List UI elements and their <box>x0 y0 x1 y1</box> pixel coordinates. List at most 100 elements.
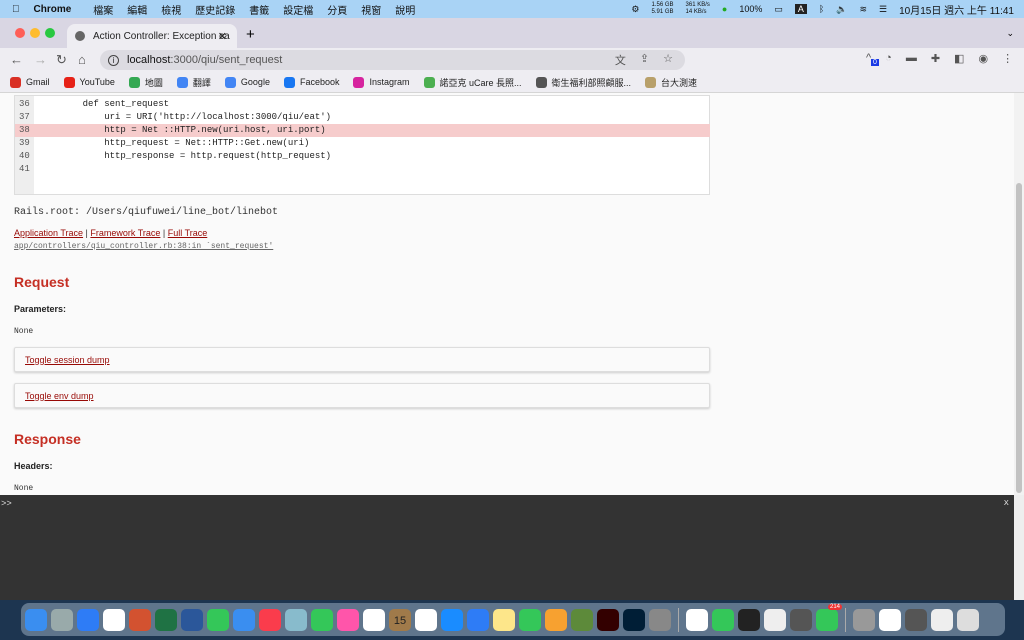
zoom-window-button[interactable] <box>45 28 55 38</box>
dock-app-icon[interactable] <box>853 608 875 631</box>
reload-button[interactable]: ↻ <box>56 52 67 68</box>
dock-app-icon[interactable] <box>441 608 463 631</box>
dock-app-icon[interactable] <box>51 608 73 631</box>
dock-app-icon[interactable] <box>77 608 99 631</box>
bookmark-item[interactable]: Instagram <box>353 76 410 88</box>
bookmark-item[interactable]: 地圖 <box>128 76 163 89</box>
dock-app-icon[interactable] <box>712 608 734 631</box>
volume-icon[interactable]: 🔈 <box>836 4 847 15</box>
dock-app-icon[interactable] <box>285 608 307 631</box>
dock-app-icon[interactable] <box>649 608 671 631</box>
dock-app-icon[interactable] <box>623 608 645 631</box>
extension-badge-icon[interactable]: ^ 0 <box>866 52 879 66</box>
control-center-icon[interactable]: ☰ <box>879 4 887 15</box>
bookmark-item[interactable]: Google <box>224 76 270 88</box>
console-close-button[interactable]: x <box>1004 498 1009 508</box>
dock-app-icon[interactable] <box>363 608 385 631</box>
dock-app-icon[interactable] <box>738 608 760 631</box>
clock[interactable]: 10月15日 週六 上午 11:41 <box>899 2 1014 17</box>
dock-app-icon[interactable] <box>103 608 125 631</box>
menu-profiles[interactable]: 設定檔 <box>283 2 313 17</box>
menu-tab[interactable]: 分頁 <box>327 2 347 17</box>
dock-app-icon[interactable] <box>25 608 47 631</box>
menu-bookmarks[interactable]: 書籤 <box>249 2 269 17</box>
dock-app-icon[interactable] <box>905 608 927 631</box>
bookmark-item[interactable]: YouTube <box>63 76 115 88</box>
side-panel-icon[interactable]: ◧ <box>954 52 964 65</box>
minimize-window-button[interactable] <box>30 28 40 38</box>
toggle-session-dump-link[interactable]: Toggle session dump <box>25 355 110 365</box>
home-button[interactable]: ⌂ <box>78 52 86 67</box>
dock-app-icon[interactable] <box>207 608 229 631</box>
console-scrollbar[interactable] <box>1014 495 1024 600</box>
more-menu-icon[interactable]: ⋮ <box>1002 52 1013 65</box>
tab-active[interactable]: Action Controller: Exception ca ✕ <box>67 24 237 48</box>
back-button[interactable]: ← <box>10 52 23 67</box>
bookmark-item[interactable]: 諾亞克 uCare 長照... <box>423 76 522 89</box>
dock-app-icon[interactable] <box>415 608 437 631</box>
dock-app-icon[interactable] <box>337 608 359 631</box>
site-info-icon[interactable]: i <box>108 54 119 66</box>
apple-icon[interactable]:  <box>12 4 20 15</box>
bluetooth-icon[interactable]: ᛒ <box>819 4 824 14</box>
bookmark-item[interactable]: 衛生福利部照顧服... <box>535 76 631 89</box>
page-scrollbar[interactable] <box>1014 93 1024 495</box>
dock-app-icon[interactable] <box>181 608 203 631</box>
full-trace-link[interactable]: Full Trace <box>168 228 208 238</box>
dock-app-icon[interactable] <box>879 608 901 631</box>
translate-icon[interactable]: ⽂ <box>615 52 626 68</box>
menu-app-name[interactable]: Chrome <box>34 4 72 15</box>
dock-app-icon[interactable] <box>790 608 812 631</box>
scrollbar-thumb[interactable] <box>1016 183 1022 493</box>
cpu-icon[interactable]: ⚙ <box>631 4 639 15</box>
tab-search-chevron-icon[interactable]: ⌄ <box>1006 28 1014 39</box>
toggle-env-dump-link[interactable]: Toggle env dump <box>25 391 94 401</box>
dock-app-icon[interactable] <box>233 608 255 631</box>
bookmark-item[interactable]: 台大測速 <box>645 76 697 89</box>
address-bar[interactable]: i localhost:3000/qiu/sent_request ⽂ ⇪ ☆ <box>100 50 685 70</box>
bookmark-item[interactable]: 翻譯 <box>176 76 211 89</box>
new-tab-button[interactable]: + <box>246 26 255 43</box>
menu-view[interactable]: 檢視 <box>161 2 181 17</box>
dock-app-icon[interactable] <box>467 608 489 631</box>
calendar-app-icon[interactable]: 15 <box>389 608 411 631</box>
menu-edit[interactable]: 編輯 <box>127 2 147 17</box>
web-console[interactable]: >> x <box>0 495 1014 600</box>
network-stat[interactable]: 361 KB/s 14 KB/s <box>686 2 710 16</box>
puzzle-icon[interactable]: ✚ <box>931 52 940 65</box>
menu-history[interactable]: 歷史記錄 <box>195 2 235 17</box>
bookmark-item[interactable]: Facebook <box>283 76 339 88</box>
dock-app-icon[interactable] <box>764 608 786 631</box>
menu-window[interactable]: 視窗 <box>361 2 381 17</box>
dock-app-icon[interactable] <box>957 608 979 631</box>
battery-icon[interactable]: ▭ <box>774 4 783 15</box>
dock-app-icon[interactable] <box>493 608 515 631</box>
bookmark-star-icon[interactable]: ☆ <box>663 52 673 68</box>
forward-button[interactable]: → <box>34 52 47 67</box>
dock-app-icon[interactable] <box>686 608 708 631</box>
profile-avatar[interactable]: ◉ <box>978 52 988 65</box>
dock-app-icon[interactable] <box>597 608 619 631</box>
menu-file[interactable]: 檔案 <box>93 2 113 17</box>
close-window-button[interactable] <box>15 28 25 38</box>
line-app-icon[interactable]: 214 <box>816 603 842 631</box>
line-icon[interactable]: ● <box>722 4 727 14</box>
memory-stat[interactable]: 1.56 GB 5.91 GB <box>652 2 674 16</box>
dock-app-icon[interactable] <box>259 608 281 631</box>
share-icon[interactable]: ⇪ <box>640 52 649 68</box>
application-trace-link[interactable]: Application Trace <box>14 228 83 238</box>
extension-icon-2[interactable]: ▬ <box>906 52 917 65</box>
dock-app-icon[interactable] <box>519 608 541 631</box>
framework-trace-link[interactable]: Framework Trace <box>90 228 160 238</box>
menu-help[interactable]: 說明 <box>395 2 415 17</box>
dock-app-icon[interactable] <box>545 608 567 631</box>
input-source-icon[interactable]: A <box>794 4 807 14</box>
trace-frame-link[interactable]: app/controllers/qiu_controller.rb:38:in … <box>14 242 273 251</box>
dock-app-icon[interactable] <box>571 608 593 631</box>
tab-close-icon[interactable]: ✕ <box>218 30 227 43</box>
bookmark-item[interactable]: Gmail <box>10 76 50 88</box>
dock-app-icon[interactable] <box>311 608 333 631</box>
dock-app-icon[interactable] <box>129 608 151 631</box>
dock-app-icon[interactable] <box>155 608 177 631</box>
dock-app-icon[interactable] <box>931 608 953 631</box>
